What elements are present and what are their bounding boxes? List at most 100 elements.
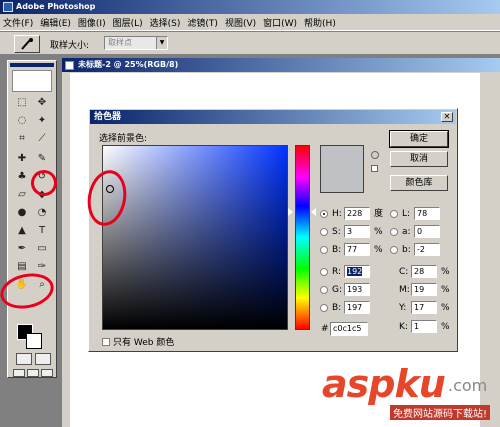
input-r[interactable]: 192 xyxy=(344,265,370,278)
toolbox-header xyxy=(10,63,54,67)
ok-button[interactable]: 确定 xyxy=(389,130,449,148)
app-title: Adobe Photoshop xyxy=(16,2,96,11)
input-a[interactable]: 0 xyxy=(414,225,440,238)
field-row-y: Y: 17 % xyxy=(399,301,454,315)
label-r: R: xyxy=(332,267,342,277)
document-title-bar[interactable]: 未标题-2 @ 25%(RGB/8) xyxy=(62,58,500,72)
input-s[interactable]: 3 xyxy=(344,225,370,238)
toolbox: ⬚ ✥ ◌ ✦ ⌗ ⟋ ✚ ✎ ♣ ↺ ▱ ◆ ● ◔ ▲ T ✒ ▭ ▤ ✑ … xyxy=(7,60,57,378)
unit-brightness: % xyxy=(374,245,383,255)
crop-icon[interactable]: ⌗ xyxy=(13,131,31,147)
gamut-warning-icon[interactable] xyxy=(371,151,379,159)
label-brightness: B: xyxy=(332,245,342,255)
eraser-icon[interactable]: ▱ xyxy=(13,187,31,203)
dodge-icon[interactable]: ◔ xyxy=(33,205,51,221)
field-row-h: H: 228 度 xyxy=(320,207,390,221)
stamp-icon[interactable]: ♣ xyxy=(13,169,31,185)
input-g[interactable]: 193 xyxy=(344,283,370,296)
swap-colors-icon[interactable] xyxy=(16,321,17,322)
radio-g[interactable] xyxy=(320,286,328,294)
radio-s[interactable] xyxy=(320,228,328,236)
menu-image[interactable]: 图像(I) xyxy=(78,16,106,29)
cancel-button[interactable]: 取消 xyxy=(390,151,448,167)
radio-h[interactable] xyxy=(320,210,328,218)
radio-l[interactable] xyxy=(390,210,398,218)
eyedropper-icon xyxy=(21,38,33,50)
menu-window[interactable]: 窗口(W) xyxy=(263,16,297,29)
app-title-bar: Adobe Photoshop xyxy=(0,0,500,14)
input-b[interactable]: 197 xyxy=(344,301,370,314)
brush-icon[interactable]: ✎ xyxy=(33,151,51,167)
screen-mode-3-button[interactable] xyxy=(41,369,53,377)
unit-k: % xyxy=(441,322,450,332)
dialog-title-bar[interactable]: 拾色器 ✕ xyxy=(90,110,456,124)
path-select-icon[interactable]: ▲ xyxy=(13,223,31,239)
field-row-k: K: 1 % xyxy=(399,320,454,334)
close-icon[interactable]: ✕ xyxy=(441,112,453,122)
pen-icon[interactable]: ✒ xyxy=(13,241,31,257)
field-row-s: S: 3 % xyxy=(320,225,390,239)
color-preview-swatch xyxy=(320,145,364,193)
field-row-c: C: 28 % xyxy=(399,265,454,279)
hue-slider-left-arrow-icon[interactable] xyxy=(288,208,293,216)
input-k[interactable]: 1 xyxy=(411,320,437,333)
marquee-icon[interactable]: ⬚ xyxy=(13,95,31,111)
hue-slider[interactable] xyxy=(295,145,310,330)
screen-mode-2-button[interactable] xyxy=(27,369,39,377)
watermark-tagline: 免费网站源码下载站! xyxy=(390,405,491,420)
menu-edit[interactable]: 编辑(E) xyxy=(40,16,71,29)
eyedropper-preset-button[interactable] xyxy=(14,35,40,53)
radio-b[interactable] xyxy=(320,304,328,312)
watermark-tld: .com xyxy=(448,376,488,395)
dialog-title: 拾色器 xyxy=(94,112,122,122)
hue-slider-right-arrow-icon[interactable] xyxy=(311,208,316,216)
shape-icon[interactable]: ▭ xyxy=(33,241,51,257)
slice-icon[interactable]: ⟋ xyxy=(33,131,51,147)
menu-filter[interactable]: 滤镜(T) xyxy=(187,16,218,29)
web-safe-icon[interactable] xyxy=(371,165,378,172)
sample-size-select[interactable]: 取样点 ▼ xyxy=(104,36,168,50)
radio-lab-b[interactable] xyxy=(390,246,398,254)
web-only-checkbox[interactable]: 只有 Web 颜色 xyxy=(102,335,174,348)
input-y[interactable]: 17 xyxy=(411,301,437,314)
magic-wand-icon[interactable]: ✦ xyxy=(33,113,51,129)
standard-mode-button[interactable] xyxy=(16,353,32,365)
input-lab-b[interactable]: -2 xyxy=(414,243,440,256)
color-field[interactable] xyxy=(102,145,288,330)
screen-mode-1-button[interactable] xyxy=(13,369,25,377)
label-s: S: xyxy=(332,227,341,237)
menu-layer[interactable]: 图层(L) xyxy=(113,16,143,29)
input-brightness[interactable]: 77 xyxy=(344,243,370,256)
input-c[interactable]: 28 xyxy=(411,265,437,278)
options-bar: 取样大小: 取样点 ▼ xyxy=(0,31,500,55)
document-title: 未标题-2 @ 25%(RGB/8) xyxy=(78,60,179,69)
label-a: a: xyxy=(402,227,411,237)
sample-size-label: 取样大小: xyxy=(50,41,90,51)
menu-view[interactable]: 视图(V) xyxy=(225,16,256,29)
input-r-value: 192 xyxy=(347,267,363,276)
label-h: H: xyxy=(332,209,342,219)
background-color-swatch[interactable] xyxy=(26,333,42,349)
field-row-lab-b: b: -2 xyxy=(390,243,450,257)
radio-brightness[interactable] xyxy=(320,246,328,254)
field-row-g: G: 193 xyxy=(320,283,390,297)
quick-mask-button[interactable] xyxy=(35,353,51,365)
hex-input[interactable]: c0c1c5 xyxy=(330,322,368,336)
radio-r[interactable] xyxy=(320,268,328,276)
field-row-b: B: 197 xyxy=(320,301,390,315)
menu-file[interactable]: 文件(F) xyxy=(3,16,33,29)
menu-select[interactable]: 选择(S) xyxy=(150,16,181,29)
move-icon[interactable]: ✥ xyxy=(33,95,51,111)
menu-help[interactable]: 帮助(H) xyxy=(304,16,336,29)
input-l[interactable]: 78 xyxy=(414,207,440,220)
healing-brush-icon[interactable]: ✚ xyxy=(13,151,31,167)
lasso-icon[interactable]: ◌ xyxy=(13,113,31,129)
input-m[interactable]: 19 xyxy=(411,283,437,296)
label-y: Y: xyxy=(399,303,407,313)
type-icon[interactable]: T xyxy=(33,223,51,239)
blur-icon[interactable]: ● xyxy=(13,205,31,221)
radio-a[interactable] xyxy=(390,228,398,236)
color-libraries-button[interactable]: 颜色库 xyxy=(390,175,448,191)
input-h[interactable]: 228 xyxy=(344,207,370,220)
select-foreground-caption: 选择前景色: xyxy=(99,134,148,144)
